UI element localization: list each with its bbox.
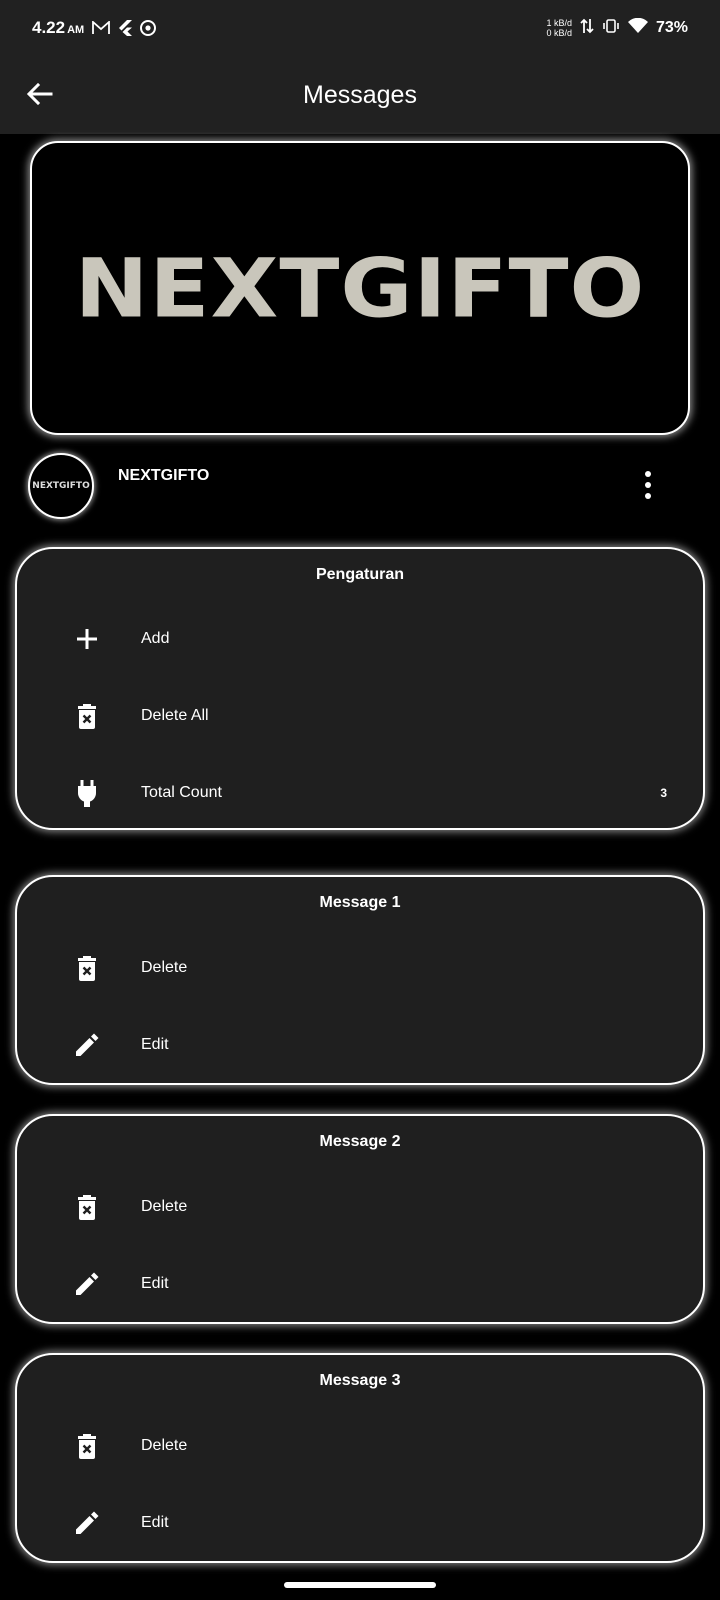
banner-image: NEXTGIFTO [30, 141, 690, 435]
row-label: Delete [141, 959, 188, 976]
ampm-text: AM [67, 24, 85, 36]
gmail-icon [92, 21, 111, 35]
total-count-row[interactable]: Total Count 3 [17, 765, 703, 821]
network-speed: 1 kB/d 0 kB/d [546, 18, 572, 38]
row-label: Add [141, 630, 170, 647]
pencil-icon [69, 1505, 105, 1541]
row-label: Delete [141, 1437, 188, 1454]
more-vert-dot [645, 482, 651, 488]
avatar[interactable]: NEXTGIFTO [28, 453, 94, 519]
profile-name: NEXTGIFTO [118, 467, 210, 484]
row-label: Total Count [141, 784, 222, 801]
status-bar: 4.22 AM 1 kB/d 0 kB/d 73% [0, 0, 720, 56]
message-card: Message 2 Delete Edit [15, 1114, 705, 1324]
status-time: 4.22 AM [32, 18, 84, 38]
trash-x-icon [69, 1428, 105, 1464]
row-label: Edit [141, 1275, 169, 1292]
pencil-icon [69, 1266, 105, 1302]
app-bar: Messages [0, 56, 720, 134]
add-button[interactable]: Add [17, 611, 703, 667]
total-count-value: 3 [660, 786, 667, 800]
trash-x-icon [69, 698, 105, 734]
arrow-left-icon [27, 83, 53, 105]
edit-button[interactable]: Edit [17, 1256, 703, 1312]
time-text: 4.22 [32, 18, 66, 37]
card-title: Message 3 [319, 1372, 401, 1389]
more-vert-dot [645, 493, 651, 499]
card-title: Pengaturan [315, 566, 404, 583]
row-label: Delete [141, 1198, 188, 1215]
wifi-icon [627, 17, 648, 39]
back-button[interactable] [22, 76, 58, 112]
delete-all-button[interactable]: Delete All [17, 688, 703, 744]
battery-percent: 73% [655, 19, 688, 36]
settings-card: Pengaturan Add Delete All Total Count 3 [15, 547, 705, 830]
more-vert-icon [645, 471, 651, 477]
edit-button[interactable]: Edit [17, 1495, 703, 1551]
delete-button[interactable]: Delete [17, 1179, 703, 1235]
trash-x-icon [69, 1189, 105, 1225]
plug-icon [69, 775, 105, 811]
pencil-icon [69, 1027, 105, 1063]
message-card: Message 1 Delete Edit [15, 875, 705, 1085]
chrome-icon [140, 20, 157, 36]
banner-logo: NEXTGIFTO [74, 240, 646, 336]
net-up-text: 1 kB/d [546, 18, 572, 28]
status-right: 1 kB/d 0 kB/d 73% [546, 17, 688, 40]
flutter-icon [118, 20, 133, 36]
home-indicator[interactable] [284, 1582, 436, 1588]
more-options-button[interactable] [636, 467, 660, 503]
page-title: Messages [303, 81, 417, 109]
status-left: 4.22 AM [32, 18, 157, 38]
net-down-text: 0 kB/d [546, 28, 572, 38]
plus-icon [69, 621, 105, 657]
edit-button[interactable]: Edit [17, 1017, 703, 1073]
data-transfer-icon [580, 17, 594, 40]
profile-row: NEXTGIFTO NEXTGIFTO [28, 451, 692, 521]
delete-button[interactable]: Delete [17, 1418, 703, 1474]
vibrate-icon [602, 18, 620, 39]
card-title: Message 2 [319, 1133, 401, 1150]
delete-button[interactable]: Delete [17, 940, 703, 996]
row-label: Delete All [141, 707, 209, 724]
trash-x-icon [69, 950, 105, 986]
message-card: Message 3 Delete Edit [15, 1353, 705, 1563]
avatar-logo: NEXTGIFTO [32, 481, 90, 491]
row-label: Edit [141, 1514, 169, 1531]
row-label: Edit [141, 1036, 169, 1053]
card-title: Message 1 [319, 894, 401, 911]
